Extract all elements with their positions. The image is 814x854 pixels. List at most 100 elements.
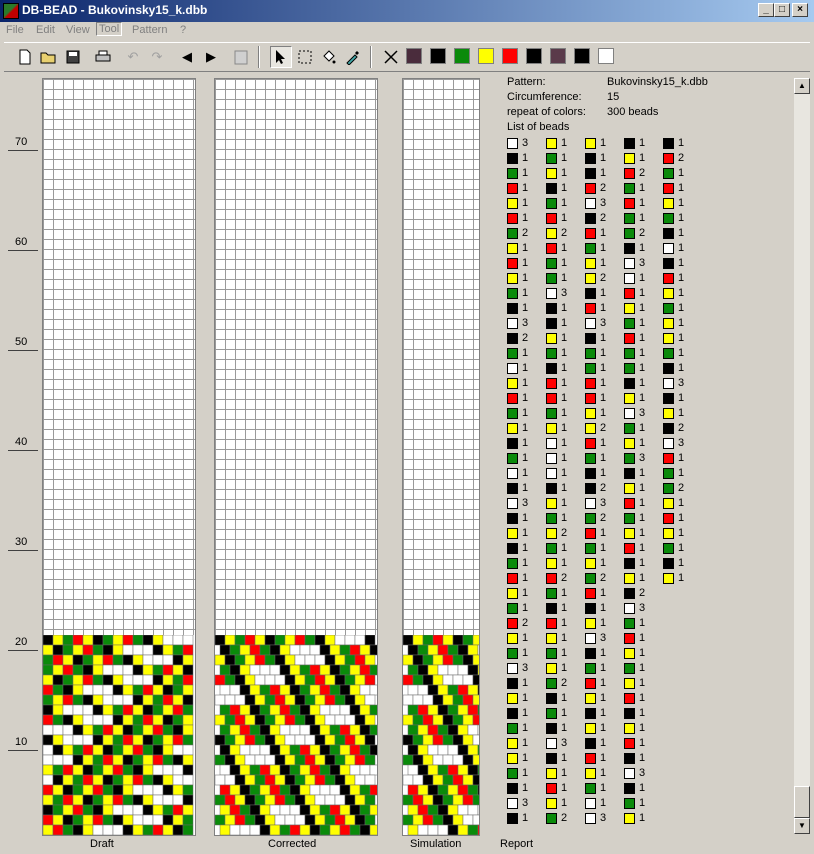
maximize-button[interactable]: □ bbox=[774, 3, 790, 17]
bead-count: 3 bbox=[522, 662, 529, 674]
bead-pattern[interactable] bbox=[43, 635, 195, 835]
scroll-thumb[interactable] bbox=[794, 786, 810, 818]
bead-cell bbox=[224, 734, 236, 746]
bead-count: 1 bbox=[600, 737, 607, 749]
bead-swatch bbox=[507, 303, 518, 314]
color-swatch-2[interactable] bbox=[454, 48, 470, 64]
bead-cell bbox=[82, 644, 94, 656]
eyedropper-icon[interactable] bbox=[342, 46, 364, 68]
bead-count: 1 bbox=[678, 182, 685, 194]
bead-cell bbox=[369, 684, 377, 696]
bead-cell bbox=[467, 644, 479, 656]
draft-panel[interactable] bbox=[42, 78, 196, 836]
bead-cell bbox=[92, 784, 104, 796]
bead-count: 1 bbox=[561, 182, 568, 194]
color-swatch-1[interactable] bbox=[430, 48, 446, 64]
color-swatch-7[interactable] bbox=[574, 48, 590, 64]
bead-cell bbox=[437, 764, 449, 776]
bead-cell bbox=[234, 754, 246, 766]
bead-cell bbox=[309, 644, 321, 656]
menu-help[interactable]: ? bbox=[180, 24, 186, 36]
bead-list-title: List of beads bbox=[507, 121, 570, 133]
new-icon[interactable] bbox=[14, 46, 36, 68]
color-swatch-6[interactable] bbox=[550, 48, 566, 64]
bead-swatch bbox=[663, 348, 674, 359]
bead-cell bbox=[407, 704, 419, 716]
redo-icon[interactable]: ↷ bbox=[146, 46, 168, 68]
bead-cell bbox=[249, 784, 261, 796]
bead-count: 1 bbox=[678, 272, 685, 284]
empty-grid[interactable] bbox=[215, 79, 377, 635]
bead-swatch bbox=[546, 483, 557, 494]
bead-cell bbox=[219, 824, 231, 835]
open-icon[interactable] bbox=[38, 46, 60, 68]
menu-edit[interactable]: Edit bbox=[36, 24, 55, 36]
print-icon[interactable] bbox=[92, 46, 114, 68]
empty-grid[interactable] bbox=[403, 79, 479, 635]
arrow-left-icon[interactable]: ◀ bbox=[176, 46, 198, 68]
bead-pattern[interactable] bbox=[215, 635, 377, 835]
paste-icon[interactable] bbox=[230, 46, 252, 68]
scroll-down-button[interactable]: ▼ bbox=[794, 818, 810, 834]
pointer-icon[interactable] bbox=[270, 46, 292, 68]
simulation-panel[interactable] bbox=[402, 78, 480, 836]
bead-cell bbox=[244, 714, 256, 726]
bead-cell bbox=[112, 694, 124, 706]
undo-icon[interactable]: ↶ bbox=[122, 46, 144, 68]
bead-cell bbox=[102, 664, 114, 676]
bead-cell bbox=[172, 724, 184, 736]
vertical-scrollbar[interactable]: ▲ ▼ bbox=[794, 78, 810, 834]
menu-tool[interactable]: Tool bbox=[96, 22, 123, 36]
bead-cell bbox=[309, 704, 321, 716]
empty-grid[interactable] bbox=[43, 79, 195, 635]
bead-swatch bbox=[663, 543, 674, 554]
bead-cell bbox=[284, 674, 296, 686]
bead-count: 1 bbox=[561, 392, 568, 404]
bead-count: 1 bbox=[561, 242, 568, 254]
bead-cell bbox=[234, 635, 246, 646]
close-button[interactable]: × bbox=[792, 3, 808, 17]
color-swatch-5[interactable] bbox=[526, 48, 542, 64]
color-swatch-0[interactable] bbox=[406, 48, 422, 64]
bead-count: 1 bbox=[639, 197, 646, 209]
bead-count: 1 bbox=[639, 632, 646, 644]
bead-count: 1 bbox=[600, 467, 607, 479]
bead-cell bbox=[309, 784, 321, 796]
bead-cell bbox=[249, 704, 261, 716]
fill-icon[interactable] bbox=[318, 46, 340, 68]
bead-cell bbox=[132, 804, 144, 816]
clear-icon[interactable] bbox=[380, 46, 402, 68]
select-icon[interactable] bbox=[294, 46, 316, 68]
bead-cell bbox=[309, 684, 321, 696]
arrow-right-icon[interactable]: ▶ bbox=[200, 46, 222, 68]
bead-pattern[interactable] bbox=[403, 635, 479, 835]
scroll-up-button[interactable]: ▲ bbox=[794, 78, 810, 94]
menu-view[interactable]: View bbox=[66, 24, 90, 36]
bead-cell bbox=[72, 674, 84, 686]
color-swatch-3[interactable] bbox=[478, 48, 494, 64]
bead-swatch bbox=[546, 618, 557, 629]
color-swatch-8[interactable] bbox=[598, 48, 614, 64]
bead-cell bbox=[43, 644, 54, 656]
bead-cell bbox=[102, 804, 114, 816]
bead-cell bbox=[403, 714, 414, 726]
menu-pattern[interactable]: Pattern bbox=[132, 24, 167, 36]
save-icon[interactable] bbox=[62, 46, 84, 68]
menu-file[interactable]: File bbox=[6, 24, 24, 36]
color-swatch-4[interactable] bbox=[502, 48, 518, 64]
bead-cell bbox=[472, 714, 479, 726]
bead-count: 2 bbox=[600, 422, 607, 434]
bead-cell bbox=[477, 644, 479, 656]
bead-cell bbox=[142, 774, 154, 786]
bead-cell bbox=[215, 814, 226, 826]
corrected-panel[interactable] bbox=[214, 78, 378, 836]
bead-cell bbox=[234, 774, 246, 786]
minimize-button[interactable]: _ bbox=[758, 3, 774, 17]
bead-cell bbox=[122, 804, 134, 816]
bead-cell bbox=[452, 734, 464, 746]
bead-count: 1 bbox=[600, 722, 607, 734]
bead-cell bbox=[304, 814, 316, 826]
bead-swatch bbox=[546, 138, 557, 149]
bead-cell bbox=[52, 694, 64, 706]
bead-cell bbox=[132, 724, 144, 736]
